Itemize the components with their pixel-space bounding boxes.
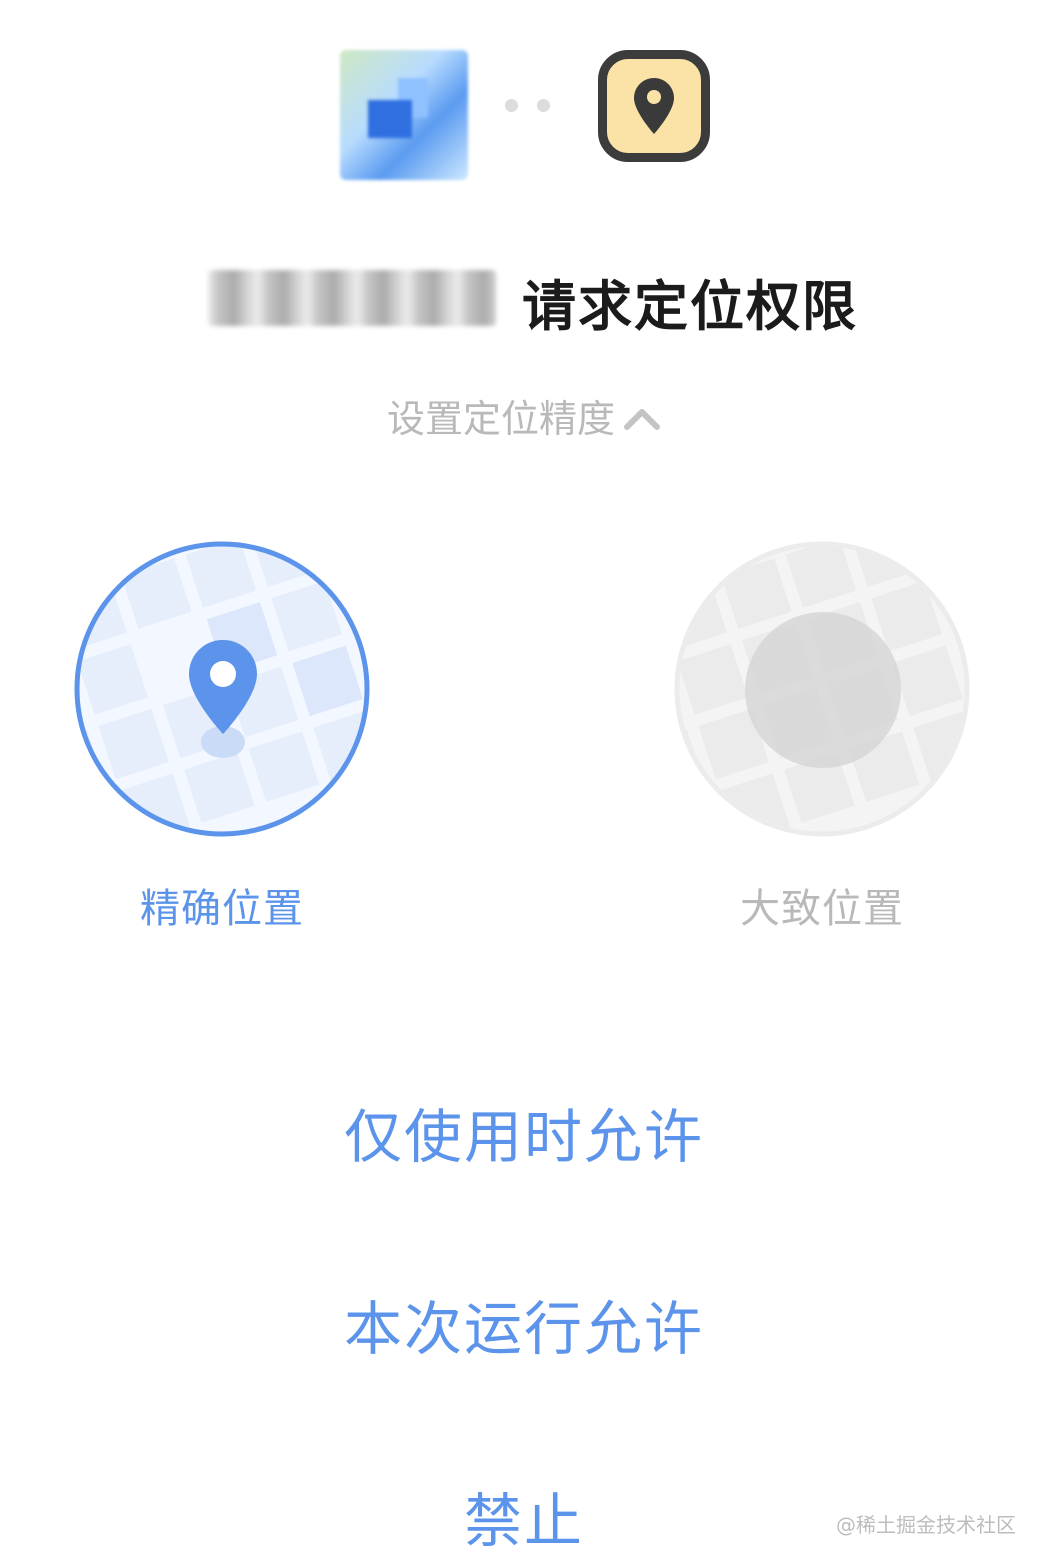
precision-toggle[interactable]: 设置定位精度 <box>0 388 1048 443</box>
connector-dot <box>505 99 518 112</box>
precision-label: 设置定位精度 <box>386 397 615 441</box>
allow-this-time-button[interactable]: 本次运行允许 <box>0 1282 1048 1366</box>
chevron-up-icon <box>623 396 661 440</box>
option-precise[interactable]: 精确位置 <box>72 540 372 934</box>
allow-while-using-button[interactable]: 仅使用时允许 <box>0 1090 1048 1174</box>
location-permission-icon <box>598 50 710 162</box>
approximate-map-icon <box>673 540 971 838</box>
title-row: 请求定位权限 <box>0 262 1048 338</box>
option-approximate[interactable]: 大致位置 <box>672 540 972 934</box>
watermark: @稀土掘金技术社区 <box>836 1513 1016 1537</box>
dialog-title: 请求定位权限 <box>522 275 858 338</box>
option-label: 大致位置 <box>740 886 904 932</box>
app-icon <box>340 50 468 180</box>
precise-map-icon <box>73 540 371 838</box>
connector-dot <box>537 99 550 112</box>
app-name-redacted <box>208 270 496 326</box>
option-label: 精确位置 <box>140 886 304 932</box>
location-pin-icon <box>634 78 674 134</box>
